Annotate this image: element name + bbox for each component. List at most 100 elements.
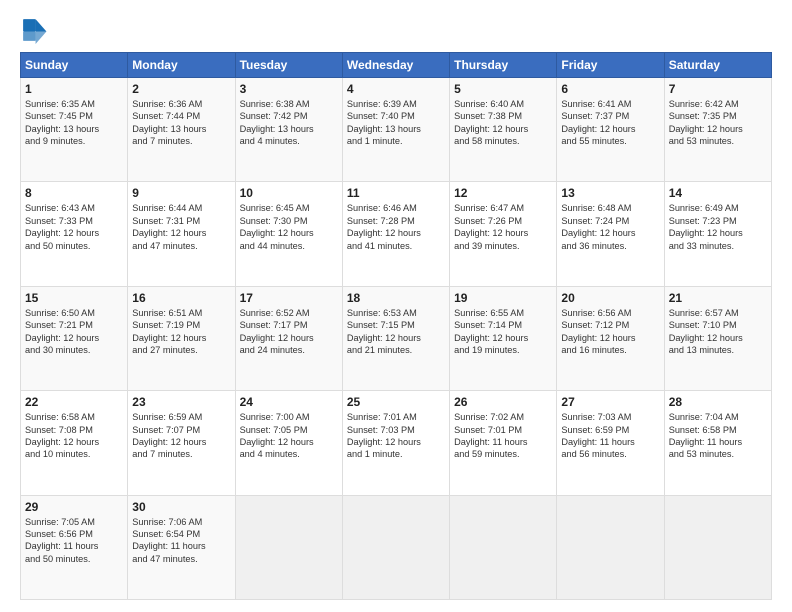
day-cell-content: Sunrise: 6:41 AMSunset: 7:37 PMDaylight:… [561,98,659,148]
day-number: 5 [454,82,552,96]
calendar-cell [342,495,449,599]
calendar-cell: 7Sunrise: 6:42 AMSunset: 7:35 PMDaylight… [664,78,771,182]
day-cell-content: Sunrise: 7:04 AMSunset: 6:58 PMDaylight:… [669,411,767,461]
day-number: 16 [132,291,230,305]
day-number: 14 [669,186,767,200]
day-number: 26 [454,395,552,409]
day-number: 19 [454,291,552,305]
calendar-cell: 3Sunrise: 6:38 AMSunset: 7:42 PMDaylight… [235,78,342,182]
calendar-cell: 24 Sunrise: 7:00 AMSunset: 7:05 PMDayligh… [235,391,342,495]
calendar-cell: 12 Sunrise: 6:47 AMSunset: 7:26 PMDayligh… [450,182,557,286]
day-cell-content: Sunrise: 7:05 AMSunset: 6:56 PMDaylight:… [25,516,123,566]
day-number: 25 [347,395,445,409]
day-cell-content: Sunrise: 6:43 AMSunset: 7:33 PMDaylight:… [25,202,123,252]
day-number: 9 [132,186,230,200]
day-number: 2 [132,82,230,96]
calendar-cell [664,495,771,599]
weekday-header: Friday [557,53,664,78]
day-cell-content: Sunrise: 7:01 AMSunset: 7:03 PMDaylight:… [347,411,445,461]
day-number: 30 [132,500,230,514]
day-cell-content: Sunrise: 6:59 AMSunset: 7:07 PMDaylight:… [132,411,230,461]
day-number: 6 [561,82,659,96]
day-cell-content: Sunrise: 7:06 AMSunset: 6:54 PMDaylight:… [132,516,230,566]
day-number: 23 [132,395,230,409]
day-cell-content: Sunrise: 6:50 AMSunset: 7:21 PMDaylight:… [25,307,123,357]
day-number: 11 [347,186,445,200]
day-number: 1 [25,82,123,96]
calendar-cell: 6 Sunrise: 6:41 AMSunset: 7:37 PMDaylight… [557,78,664,182]
calendar-week-row: 8 Sunrise: 6:43 AMSunset: 7:33 PMDaylight… [21,182,772,286]
day-number: 27 [561,395,659,409]
day-number: 24 [240,395,338,409]
calendar-cell: 20Sunrise: 6:56 AMSunset: 7:12 PMDayligh… [557,286,664,390]
calendar-cell: 8 Sunrise: 6:43 AMSunset: 7:33 PMDaylight… [21,182,128,286]
day-number: 8 [25,186,123,200]
calendar-cell: 25 Sunrise: 7:01 AMSunset: 7:03 PMDayligh… [342,391,449,495]
day-number: 20 [561,291,659,305]
day-cell-content: Sunrise: 6:49 AMSunset: 7:23 PMDaylight:… [669,202,767,252]
calendar-cell: 11Sunrise: 6:46 AMSunset: 7:28 PMDayligh… [342,182,449,286]
day-number: 12 [454,186,552,200]
day-cell-content: Sunrise: 6:40 AMSunset: 7:38 PMDaylight:… [454,98,552,148]
day-cell-content: Sunrise: 6:53 AMSunset: 7:15 PMDaylight:… [347,307,445,357]
calendar-cell: 28 Sunrise: 7:04 AMSunset: 6:58 PMDayligh… [664,391,771,495]
weekday-header: Saturday [664,53,771,78]
weekday-header: Monday [128,53,235,78]
day-cell-content: Sunrise: 6:44 AMSunset: 7:31 PMDaylight:… [132,202,230,252]
day-number: 15 [25,291,123,305]
day-cell-content: Sunrise: 6:58 AMSunset: 7:08 PMDaylight:… [25,411,123,461]
calendar-cell: 14 Sunrise: 6:49 AMSunset: 7:23 PMDayligh… [664,182,771,286]
calendar-cell: 23 Sunrise: 6:59 AMSunset: 7:07 PMDayligh… [128,391,235,495]
day-cell-content: Sunrise: 6:42 AMSunset: 7:35 PMDaylight:… [669,98,767,148]
day-cell-content: Sunrise: 6:51 AMSunset: 7:19 PMDaylight:… [132,307,230,357]
day-cell-content: Sunrise: 6:45 AMSunset: 7:30 PMDaylight:… [240,202,338,252]
weekday-header-row: SundayMondayTuesdayWednesdayThursdayFrid… [21,53,772,78]
calendar-week-row: 22 Sunrise: 6:58 AMSunset: 7:08 PMDayligh… [21,391,772,495]
weekday-header: Thursday [450,53,557,78]
calendar-cell: 30 Sunrise: 7:06 AMSunset: 6:54 PMDayligh… [128,495,235,599]
day-number: 17 [240,291,338,305]
calendar-cell: 19 Sunrise: 6:55 AMSunset: 7:14 PMDayligh… [450,286,557,390]
weekday-header: Tuesday [235,53,342,78]
calendar-cell: 10 Sunrise: 6:45 AMSunset: 7:30 PMDayligh… [235,182,342,286]
weekday-header: Sunday [21,53,128,78]
calendar-cell: 16 Sunrise: 6:51 AMSunset: 7:19 PMDayligh… [128,286,235,390]
header [20,16,772,44]
calendar-week-row: 15 Sunrise: 6:50 AMSunset: 7:21 PMDayligh… [21,286,772,390]
calendar-cell: 27 Sunrise: 7:03 AMSunset: 6:59 PMDayligh… [557,391,664,495]
calendar-cell: 18Sunrise: 6:53 AMSunset: 7:15 PMDayligh… [342,286,449,390]
day-number: 13 [561,186,659,200]
calendar-cell: 13 Sunrise: 6:48 AMSunset: 7:24 PMDayligh… [557,182,664,286]
calendar-cell [450,495,557,599]
day-cell-content: Sunrise: 6:55 AMSunset: 7:14 PMDaylight:… [454,307,552,357]
page: SundayMondayTuesdayWednesdayThursdayFrid… [0,0,792,612]
calendar-cell [235,495,342,599]
logo [20,16,52,44]
day-cell-content: Sunrise: 6:48 AMSunset: 7:24 PMDaylight:… [561,202,659,252]
day-cell-content: Sunrise: 6:47 AMSunset: 7:26 PMDaylight:… [454,202,552,252]
calendar-cell: 2 Sunrise: 6:36 AMSunset: 7:44 PMDaylight… [128,78,235,182]
day-cell-content: Sunrise: 6:52 AMSunset: 7:17 PMDaylight:… [240,307,338,357]
calendar-cell: 17 Sunrise: 6:52 AMSunset: 7:17 PMDayligh… [235,286,342,390]
calendar-cell: 22 Sunrise: 6:58 AMSunset: 7:08 PMDayligh… [21,391,128,495]
calendar-cell [557,495,664,599]
day-cell-content: Sunrise: 6:57 AMSunset: 7:10 PMDaylight:… [669,307,767,357]
day-cell-content: Sunrise: 7:00 AMSunset: 7:05 PMDaylight:… [240,411,338,461]
calendar-week-row: 1Sunrise: 6:35 AMSunset: 7:45 PMDaylight… [21,78,772,182]
calendar-week-row: 29Sunrise: 7:05 AMSunset: 6:56 PMDayligh… [21,495,772,599]
calendar-cell: 26 Sunrise: 7:02 AMSunset: 7:01 PMDayligh… [450,391,557,495]
calendar-cell: 4Sunrise: 6:39 AMSunset: 7:40 PMDaylight… [342,78,449,182]
day-cell-content: Sunrise: 6:36 AMSunset: 7:44 PMDaylight:… [132,98,230,148]
day-cell-content: Sunrise: 7:03 AMSunset: 6:59 PMDaylight:… [561,411,659,461]
day-number: 4 [347,82,445,96]
calendar-table: SundayMondayTuesdayWednesdayThursdayFrid… [20,52,772,600]
calendar-cell: 29Sunrise: 7:05 AMSunset: 6:56 PMDayligh… [21,495,128,599]
calendar-cell: 1Sunrise: 6:35 AMSunset: 7:45 PMDaylight… [21,78,128,182]
day-number: 22 [25,395,123,409]
calendar-cell: 5 Sunrise: 6:40 AMSunset: 7:38 PMDaylight… [450,78,557,182]
day-number: 10 [240,186,338,200]
day-number: 28 [669,395,767,409]
calendar-cell: 9 Sunrise: 6:44 AMSunset: 7:31 PMDaylight… [128,182,235,286]
logo-icon [20,16,48,44]
day-cell-content: Sunrise: 7:02 AMSunset: 7:01 PMDaylight:… [454,411,552,461]
